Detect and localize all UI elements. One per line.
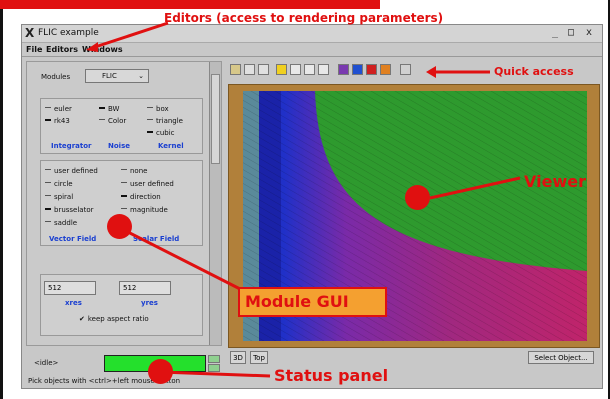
viewer-bottom-bar: 3D Top Select Object... (228, 351, 600, 365)
radio-bw[interactable]: BW (99, 105, 119, 113)
viewer-annotation: Viewer (524, 172, 586, 191)
close-button[interactable]: x (586, 27, 592, 38)
status-text: <idle> (34, 359, 59, 367)
toolbar-icon-2[interactable] (244, 64, 255, 75)
viewer-marker (405, 185, 430, 210)
top-button[interactable]: Top (250, 351, 268, 364)
radio-euler[interactable]: euler (45, 105, 72, 113)
toolbar-icon-3[interactable] (258, 64, 269, 75)
toolbar-icon-6[interactable] (304, 64, 315, 75)
xres-label: xres (65, 299, 82, 307)
modules-dropdown[interactable]: FLIC ⌄ (85, 69, 149, 83)
toolbar-icon-11[interactable] (380, 64, 391, 75)
integrator-title: Integrator (51, 142, 92, 150)
module-gui-panel: Modules FLIC ⌄ euler rk43 Integrator BW … (26, 61, 222, 346)
keep-aspect-checkbox[interactable]: ✔ keep aspect ratio (79, 315, 149, 323)
menu-file[interactable]: File (26, 45, 42, 54)
radio-spiral[interactable]: spiral (45, 193, 73, 201)
title-bar: X FLIC example _ □ x (22, 25, 602, 43)
quick-access-annotation: Quick access (494, 65, 574, 78)
editors-annotation: Editors (access to rendering parameters) (164, 11, 444, 25)
minimize-button[interactable]: _ (552, 27, 558, 38)
toolbar-icon-8[interactable] (338, 64, 349, 75)
check-icon: ✔ (79, 315, 85, 323)
toolbar-icon-5[interactable] (290, 64, 301, 75)
radio-saddle[interactable]: saddle (45, 219, 77, 227)
menu-bar: File Editors Windows (22, 44, 602, 57)
select-object-button[interactable]: Select Object... (528, 351, 594, 364)
radio-none[interactable]: none (121, 167, 147, 175)
integrator-noise-kernel-group: euler rk43 Integrator BW Color Noise box… (40, 98, 203, 154)
top-accent-bar (0, 0, 380, 9)
toolbar-icon-12[interactable] (400, 64, 411, 75)
module-gui-annotation: Module GUI (245, 292, 349, 311)
radio-user-defined-vector[interactable]: user defined (45, 167, 98, 175)
modules-selected: FLIC (102, 72, 117, 80)
status-up-button[interactable] (208, 355, 220, 363)
yres-input[interactable]: 512 (119, 281, 171, 295)
status-panel-annotation: Status panel (274, 366, 389, 385)
radio-magnitude[interactable]: magnitude (121, 206, 168, 214)
scalar-field-title: Scalar Field (133, 235, 180, 243)
xres-input[interactable]: 512 (44, 281, 96, 295)
module-gui-marker (107, 214, 132, 239)
toolbar-icon-7[interactable] (318, 64, 329, 75)
radio-color[interactable]: Color (99, 117, 126, 125)
status-down-button[interactable] (208, 364, 220, 372)
menu-windows[interactable]: Windows (82, 45, 123, 54)
modules-label: Modules (41, 73, 71, 81)
radio-circle[interactable]: circle (45, 180, 73, 188)
radio-user-defined-scalar[interactable]: user defined (121, 180, 174, 188)
status-panel: <idle> Pick objects with <ctrl>+left mou… (26, 349, 222, 388)
noise-title: Noise (108, 142, 130, 150)
toolbar-icon-1[interactable] (230, 64, 241, 75)
maximize-button[interactable]: □ (568, 27, 574, 38)
scrollbar-thumb[interactable] (211, 74, 220, 164)
radio-box[interactable]: box (147, 105, 169, 113)
kernel-title: Kernel (158, 142, 184, 150)
resolution-group: 512 512 xres yres ✔ keep aspect ratio (40, 274, 203, 336)
yres-label: yres (141, 299, 158, 307)
radio-triangle[interactable]: triangle (147, 117, 183, 125)
radio-rk43[interactable]: rk43 (45, 117, 70, 125)
3d-button[interactable]: 3D (230, 351, 246, 364)
radio-direction[interactable]: direction (121, 193, 161, 201)
radio-cubic[interactable]: cubic (147, 129, 175, 137)
x-window-icon: X (25, 26, 35, 40)
vector-field-title: Vector Field (49, 235, 97, 243)
app-window: X FLIC example _ □ x File Editors Window… (21, 24, 603, 389)
radio-brusselator[interactable]: brusselator (45, 206, 94, 214)
toolbar-icon-9[interactable] (352, 64, 363, 75)
toolbar-icon-4[interactable] (276, 64, 287, 75)
status-panel-marker (148, 359, 173, 384)
menu-editors[interactable]: Editors (46, 45, 78, 54)
left-panel-scrollbar[interactable] (209, 62, 221, 345)
window-title: FLIC example (38, 28, 99, 38)
dropdown-arrow-icon: ⌄ (138, 72, 144, 80)
toolbar-icon-10[interactable] (366, 64, 377, 75)
